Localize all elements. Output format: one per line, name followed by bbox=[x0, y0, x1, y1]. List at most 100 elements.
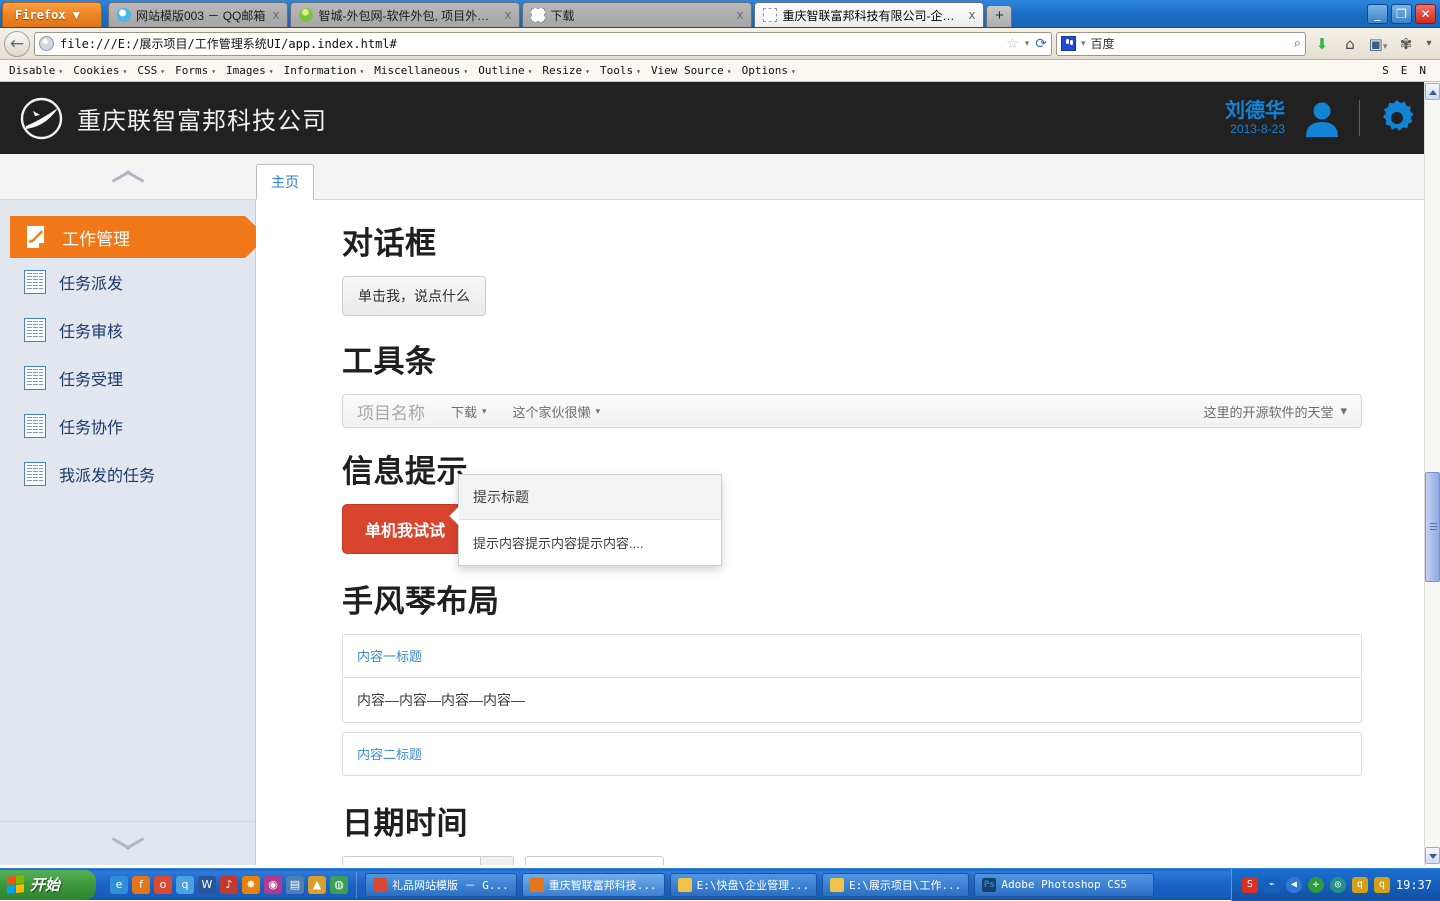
overflow-caret-icon[interactable]: ▾ bbox=[1422, 38, 1436, 49]
toolbar-item-download[interactable]: 下载 ▾ bbox=[451, 402, 487, 421]
devbar-item-resize[interactable]: Resize▾ bbox=[537, 64, 595, 77]
taskbar-window-company-site[interactable]: 重庆智联富邦科技... bbox=[522, 873, 665, 897]
sidebar-expand-button[interactable] bbox=[0, 821, 255, 865]
browser-tab-1[interactable]: 网站模版003 － QQ邮箱 x bbox=[108, 2, 288, 27]
reload-icon[interactable]: ⟳ bbox=[1035, 36, 1047, 52]
media-icon[interactable]: ◉ bbox=[264, 876, 282, 894]
internet-explorer-icon[interactable]: e bbox=[110, 876, 128, 894]
toolbar-brand[interactable]: 项目名称 bbox=[357, 399, 425, 424]
devbar-item-images[interactable]: Images▾ bbox=[221, 64, 279, 77]
toolbar-item-opensource-heaven[interactable]: 这里的开源软件的天堂 ▾ bbox=[1203, 402, 1347, 421]
devbar-item-css[interactable]: CSS▾ bbox=[132, 64, 170, 77]
taskbar-window-folder-kuaipan[interactable]: E:\快盘\企业管理... bbox=[670, 873, 817, 897]
search-bar[interactable]: ▾ 百度 ⌕ bbox=[1056, 32, 1306, 56]
taskbar-window-gift-template[interactable]: 礼品网站模版 － G... bbox=[365, 873, 517, 897]
popover: 提示标题 提示内容提示内容提示内容.... bbox=[458, 474, 722, 566]
browser-tab-3[interactable]: 下载 x bbox=[522, 2, 752, 27]
close-icon[interactable]: x bbox=[966, 8, 977, 22]
toolbar-item-lazy-guy[interactable]: 这个家伙很懒 ▾ bbox=[513, 402, 601, 421]
accordion-header-2[interactable]: 内容二标题 bbox=[343, 733, 1361, 775]
devbar-item-cookies[interactable]: Cookies▾ bbox=[68, 64, 132, 77]
taskbar-window-folder-project[interactable]: E:\展示项目\工作... bbox=[822, 873, 969, 897]
firefox-menu-button[interactable]: Firefox ▼ bbox=[2, 2, 102, 27]
user-avatar-icon[interactable] bbox=[1301, 98, 1343, 138]
antivirus-tray-icon[interactable]: ◎ bbox=[1330, 877, 1346, 893]
sidebar-item-task-accept[interactable]: 任务受理 bbox=[0, 354, 255, 402]
tab-home[interactable]: 主页 bbox=[256, 164, 314, 200]
devbar-item-disable[interactable]: Disable▾ bbox=[4, 64, 68, 77]
sidebar-item-label: 我派发的任务 bbox=[59, 462, 155, 486]
minimize-icon: _ bbox=[1368, 5, 1387, 23]
close-window-button[interactable]: ✕ bbox=[1415, 4, 1436, 24]
start-label: 开始 bbox=[30, 874, 60, 895]
qq-tray-icon[interactable]: q bbox=[1352, 877, 1368, 893]
list-icon[interactable]: ▤ bbox=[286, 876, 304, 894]
close-icon[interactable]: x bbox=[502, 8, 513, 22]
start-button[interactable]: 开始 bbox=[0, 870, 96, 900]
user-info[interactable]: 刘德华 2013-8-23 bbox=[1225, 100, 1285, 137]
taskbar-window-photoshop[interactable]: Ps Adobe Photoshop CS5 bbox=[974, 873, 1154, 897]
word-icon[interactable]: W bbox=[198, 876, 216, 894]
back-arrow-icon[interactable]: ← bbox=[4, 31, 30, 57]
sidebar-item-task-collaborate[interactable]: 任务协作 bbox=[0, 402, 255, 450]
devbar-item-outline[interactable]: Outline▾ bbox=[473, 64, 537, 77]
qq-icon[interactable]: q bbox=[176, 876, 194, 894]
devbar-item-view-source[interactable]: View Source▾ bbox=[646, 64, 737, 77]
flame-icon[interactable]: ▲ bbox=[308, 876, 326, 894]
app-header: 重庆联智富邦科技公司 刘德华 2013-8-23 bbox=[0, 82, 1440, 154]
gear-icon[interactable] bbox=[1376, 97, 1418, 139]
scrollbar-thumb[interactable] bbox=[1425, 472, 1440, 582]
chevron-down-icon[interactable]: ▾ bbox=[1081, 38, 1086, 49]
bookmarks-icon[interactable]: ▣▾ bbox=[1366, 35, 1390, 53]
devbar-item-tools[interactable]: Tools▾ bbox=[595, 64, 646, 77]
restore-button[interactable]: ❐ bbox=[1391, 4, 1412, 24]
devbar-item-miscellaneous[interactable]: Miscellaneous▾ bbox=[369, 64, 473, 77]
devbar-status-s[interactable]: S bbox=[1382, 64, 1389, 77]
devbar-item-options[interactable]: Options▾ bbox=[737, 64, 801, 77]
download-arrow-icon[interactable]: ⬇ bbox=[1310, 35, 1334, 53]
page-scrollbar[interactable] bbox=[1424, 82, 1440, 865]
calendar-button[interactable] bbox=[481, 856, 514, 865]
settings-icon[interactable]: ✸ bbox=[242, 876, 260, 894]
devbar-item-forms[interactable]: Forms▾ bbox=[170, 64, 221, 77]
close-icon[interactable]: x bbox=[270, 8, 281, 22]
sidebar-item-task-dispatch[interactable]: 任务派发 bbox=[0, 258, 255, 306]
music-icon[interactable]: ♪ bbox=[220, 876, 238, 894]
scroll-down-button[interactable] bbox=[1425, 847, 1440, 864]
ime-tray-icon[interactable]: ⌁ bbox=[1264, 877, 1280, 893]
start-date-input[interactable]: 12-02-2012 bbox=[342, 856, 481, 865]
sidebar-item-work-management[interactable]: 工作管理 bbox=[10, 216, 245, 258]
scroll-up-button[interactable] bbox=[1425, 83, 1440, 100]
open-dialog-button[interactable]: 单击我，说点什么 bbox=[342, 276, 486, 316]
sound-tray-icon[interactable]: ◀ bbox=[1286, 877, 1302, 893]
sidebar-item-task-review[interactable]: 任务审核 bbox=[0, 306, 255, 354]
end-date-input[interactable]: 02-16-2012 bbox=[525, 856, 664, 865]
shield-tray-icon[interactable]: ✛ bbox=[1308, 877, 1324, 893]
accordion-header-1[interactable]: 内容一标题 bbox=[343, 635, 1361, 677]
sidebar-item-my-dispatched-tasks[interactable]: 我派发的任务 bbox=[0, 450, 255, 498]
chrome-icon[interactable]: o bbox=[154, 876, 172, 894]
taskbar-clock[interactable]: 19:37 bbox=[1396, 878, 1432, 892]
new-tab-button[interactable]: + bbox=[986, 5, 1012, 27]
search-icon[interactable]: ⌕ bbox=[1294, 36, 1301, 51]
addons-icon[interactable]: ✾ bbox=[1394, 35, 1418, 53]
accordion-title-1[interactable]: 内容一标题 bbox=[357, 649, 422, 664]
globe2-icon[interactable]: ◍ bbox=[330, 876, 348, 894]
accordion-title-2[interactable]: 内容二标题 bbox=[357, 747, 422, 762]
home-icon[interactable]: ⌂ bbox=[1338, 35, 1362, 53]
browser-tab-4[interactable]: 重庆智联富邦科技有限公司-企业信… x bbox=[754, 2, 984, 27]
devbar-status-n[interactable]: N bbox=[1419, 64, 1426, 77]
minimize-button[interactable]: _ bbox=[1367, 4, 1388, 24]
sidebar-collapse-button[interactable] bbox=[0, 154, 256, 199]
close-icon[interactable]: x bbox=[734, 8, 745, 22]
url-bar[interactable]: file:///E:/展示项目/工作管理系统UI/app.index.html#… bbox=[34, 32, 1052, 56]
qq2-tray-icon[interactable]: q bbox=[1374, 877, 1390, 893]
firefox-icon[interactable]: f bbox=[132, 876, 150, 894]
chevron-down-icon[interactable]: ▾ bbox=[1025, 38, 1030, 49]
firefox-window-icon bbox=[530, 878, 544, 892]
browser-tab-2[interactable]: 智城-外包网-软件外包, 项目外包, 项… x bbox=[290, 2, 520, 27]
sogou-tray-icon[interactable]: S bbox=[1242, 877, 1258, 893]
devbar-status-e[interactable]: E bbox=[1401, 64, 1408, 77]
bookmark-star-icon[interactable]: ☆ bbox=[1006, 36, 1019, 52]
devbar-item-information[interactable]: Information▾ bbox=[279, 64, 370, 77]
